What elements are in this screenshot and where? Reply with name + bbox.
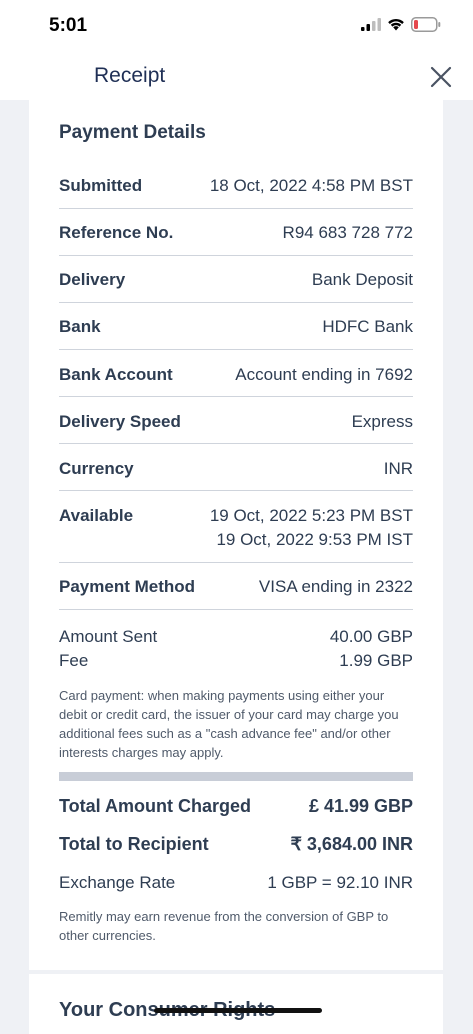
bank-value: HDFC Bank: [322, 317, 413, 336]
fee-value: 1.99 GBP: [339, 651, 413, 670]
amount-sent-value: 40.00 GBP: [329, 627, 413, 646]
signal-icon: [361, 18, 381, 31]
divider: [59, 490, 413, 491]
divider: [59, 396, 413, 397]
available-bst-value: 19 Oct, 2022 5:23 PM BST: [209, 506, 413, 525]
bank-account-value: Account ending in 7692: [235, 365, 413, 384]
bank-label: Bank: [59, 317, 101, 336]
payment-details-card: Payment Details Submitted 18 Oct, 2022 4…: [29, 100, 443, 970]
divider: [59, 302, 413, 303]
total-recipient-label: Total to Recipient: [59, 834, 209, 854]
home-indicator[interactable]: [154, 1008, 322, 1013]
delivery-speed-value: Express: [351, 412, 413, 431]
available-ist-value: 19 Oct, 2022 9:53 PM IST: [216, 530, 413, 549]
exchange-note: Remitly may earn revenue from the conver…: [59, 909, 389, 943]
reference-value: R94 683 728 772: [282, 223, 413, 242]
page-title: Receipt: [94, 64, 166, 87]
exchange-rate-value: 1 GBP = 92.10 INR: [267, 873, 413, 892]
close-icon: [430, 66, 452, 88]
currency-value: INR: [383, 459, 413, 478]
divider: [59, 562, 413, 563]
currency-label: Currency: [59, 459, 134, 478]
bank-account-label: Bank Account: [59, 365, 173, 384]
wifi-icon: [388, 18, 404, 31]
total-recipient-value: ₹ 3,684.00 INR: [290, 834, 413, 854]
status-time: 5:01: [49, 15, 88, 36]
status-bar: 5:01: [0, 0, 473, 52]
reference-label: Reference No.: [59, 223, 174, 242]
fee-label: Fee: [59, 651, 89, 670]
delivery-label: Delivery: [59, 270, 126, 289]
divider: [59, 609, 413, 610]
payment-method-value: VISA ending in 2322: [258, 577, 413, 596]
battery-icon: [411, 17, 441, 32]
status-icons: [361, 17, 441, 32]
amount-sent-label: Amount Sent: [59, 627, 158, 646]
divider: [59, 255, 413, 256]
submitted-label: Submitted: [59, 176, 143, 195]
divider: [59, 443, 413, 444]
totals-separator: [59, 772, 413, 781]
submitted-value: 18 Oct, 2022 4:58 PM BST: [209, 176, 413, 195]
close-button[interactable]: [428, 64, 454, 90]
header: Receipt: [0, 52, 473, 100]
delivery-value: Bank Deposit: [311, 270, 413, 289]
exchange-rate-label: Exchange Rate: [59, 873, 176, 892]
card-payment-note: Card payment: when making payments using…: [59, 688, 399, 760]
payment-method-label: Payment Method: [59, 577, 196, 596]
delivery-speed-label: Delivery Speed: [59, 412, 181, 431]
consumer-rights-card: Your Consumer Rights: [29, 974, 443, 1034]
total-charged-value: £ 41.99 GBP: [308, 796, 413, 816]
divider: [59, 208, 413, 209]
available-label: Available: [59, 506, 134, 525]
divider: [59, 349, 413, 350]
section-title: Payment Details: [59, 122, 206, 143]
total-charged-label: Total Amount Charged: [59, 796, 251, 816]
